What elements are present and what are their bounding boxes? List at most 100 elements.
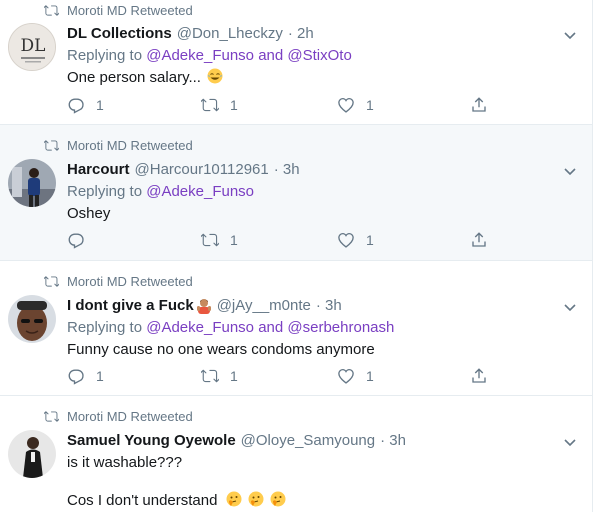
thinking-face-emoji-icon xyxy=(226,491,242,507)
tweet-actions: 1 1 1 xyxy=(67,365,497,387)
reply-button[interactable]: 1 xyxy=(67,365,104,387)
username[interactable]: @Don_Lheckzy xyxy=(177,24,283,43)
tweet-text-content: Cos I don't understand xyxy=(67,492,218,509)
tweet[interactable]: Moroti MD Retweeted DL DL Collections @D… xyxy=(0,0,592,125)
tweet-header: I dont give a Fuck @jAy__m0nte · 3h xyxy=(67,296,558,315)
retweet-count: 1 xyxy=(230,232,238,248)
reply-icon xyxy=(68,369,84,385)
retweet-small-icon xyxy=(44,3,59,18)
replying-prefix: Replying to xyxy=(67,47,143,64)
chevron-down-icon[interactable] xyxy=(562,27,578,43)
retweet-button[interactable]: 1 xyxy=(201,94,238,116)
reply-button[interactable]: 1 xyxy=(67,94,104,116)
mention-link[interactable]: @Adeke_Funso xyxy=(146,319,254,336)
thinking-face-emoji-icon xyxy=(270,491,286,507)
chevron-down-icon[interactable] xyxy=(562,434,578,450)
person-photo-icon xyxy=(8,430,56,478)
tweet-text-content: Oshey xyxy=(67,205,111,222)
joy-emoji-icon xyxy=(207,68,223,84)
avatar[interactable]: DL xyxy=(8,23,56,71)
mention-link[interactable]: @serbehronash xyxy=(287,319,394,336)
replying-prefix: Replying to xyxy=(67,183,143,200)
reply-count: 1 xyxy=(96,97,104,113)
replying-prefix: Replying to xyxy=(67,319,143,336)
retweet-context: Moroti MD Retweeted xyxy=(44,408,193,424)
tweet-header: DL Collections @Don_Lheckzy · 2h xyxy=(67,24,558,43)
heart-icon xyxy=(338,232,354,248)
retweeted-by-label: Moroti MD Retweeted xyxy=(67,2,193,18)
person-photo-icon xyxy=(8,159,56,207)
person-photo-icon xyxy=(8,295,56,343)
chevron-down-icon[interactable] xyxy=(562,299,578,315)
retweet-context: Moroti MD Retweeted xyxy=(44,137,193,153)
display-name[interactable]: DL Collections xyxy=(67,24,172,43)
timestamp[interactable]: · 3h xyxy=(380,431,406,450)
tweet-text: Funny cause no one wears condoms anymore xyxy=(67,340,558,359)
chevron-down-icon[interactable] xyxy=(562,163,578,179)
username[interactable]: @Harcour10112961 xyxy=(135,160,269,179)
tweet[interactable]: Moroti MD Retweeted I dont give a Fuck @… xyxy=(0,261,592,396)
heart-icon xyxy=(338,97,354,113)
like-count: 1 xyxy=(366,368,374,384)
tweet-text: is it washable??? xyxy=(67,453,558,472)
retweet-context: Moroti MD Retweeted xyxy=(44,273,193,289)
like-count: 1 xyxy=(366,232,374,248)
like-count: 1 xyxy=(366,97,374,113)
mention-joiner: and xyxy=(258,319,284,336)
tweet-text-content: is it washable??? xyxy=(67,454,183,471)
share-button[interactable] xyxy=(470,94,488,116)
like-button[interactable]: 1 xyxy=(337,365,374,387)
timeline: Moroti MD Retweeted DL DL Collections @D… xyxy=(0,0,593,512)
retweet-small-icon xyxy=(44,138,59,153)
mention-link[interactable]: @Adeke_Funso xyxy=(146,47,254,64)
display-name[interactable]: Samuel Young Oyewole xyxy=(67,431,236,450)
thinking-face-emoji-icon xyxy=(248,491,264,507)
reply-count: 1 xyxy=(96,368,104,384)
timestamp[interactable]: · 3h xyxy=(274,160,300,179)
retweet-button[interactable]: 1 xyxy=(201,229,238,251)
reply-icon xyxy=(68,233,84,249)
tweet-text-content: Funny cause no one wears condoms anymore xyxy=(67,341,375,358)
share-icon xyxy=(472,232,486,247)
tweet-text-line-2: Cos I don't understand xyxy=(67,491,558,510)
avatar[interactable] xyxy=(8,430,56,478)
like-button[interactable]: 1 xyxy=(337,94,374,116)
avatar[interactable] xyxy=(8,295,56,343)
like-button[interactable]: 1 xyxy=(337,229,374,251)
username[interactable]: @Oloye_Samyoung xyxy=(241,431,375,450)
person-gesturing-emoji-icon xyxy=(196,298,212,314)
retweeted-by-label: Moroti MD Retweeted xyxy=(67,273,193,289)
tweet-header: Samuel Young Oyewole @Oloye_Samyoung · 3… xyxy=(67,431,558,450)
retweet-small-icon xyxy=(44,274,59,289)
retweet-small-icon xyxy=(44,409,59,424)
tweet[interactable]: Moroti MD Retweeted Samuel Young Oyewole… xyxy=(0,396,592,512)
dl-logo-icon: DL xyxy=(9,24,55,70)
retweet-context: Moroti MD Retweeted xyxy=(44,2,193,18)
avatar-logo-text: DL xyxy=(21,36,46,56)
heart-icon xyxy=(338,368,354,384)
mention-joiner: and xyxy=(258,47,284,64)
tweet-header: Harcourt @Harcour10112961 · 3h xyxy=(67,160,558,179)
avatar[interactable] xyxy=(8,159,56,207)
retweet-icon xyxy=(201,233,219,247)
reply-button[interactable] xyxy=(67,229,96,251)
tweet-text-content: One person salary... xyxy=(67,69,201,86)
mention-link[interactable]: @Adeke_Funso xyxy=(146,183,254,200)
username[interactable]: @jAy__m0nte xyxy=(217,296,311,315)
reply-icon xyxy=(68,98,84,114)
display-name[interactable]: Harcourt xyxy=(67,160,130,179)
retweeted-by-label: Moroti MD Retweeted xyxy=(67,408,193,424)
replying-to: Replying to @Adeke_Funso xyxy=(67,182,558,201)
display-name[interactable]: I dont give a Fuck xyxy=(67,296,194,315)
share-button[interactable] xyxy=(470,365,488,387)
retweet-button[interactable]: 1 xyxy=(201,365,238,387)
retweeted-by-label: Moroti MD Retweeted xyxy=(67,137,193,153)
replying-to: Replying to @Adeke_Funso and @StixOto xyxy=(67,46,558,65)
timestamp[interactable]: · 2h xyxy=(288,24,314,43)
share-button[interactable] xyxy=(470,229,488,251)
mention-link[interactable]: @StixOto xyxy=(287,47,351,64)
tweet-text: Oshey xyxy=(67,204,558,223)
timestamp[interactable]: · 3h xyxy=(316,296,342,315)
replying-to: Replying to @Adeke_Funso and @serbehrona… xyxy=(67,318,558,337)
tweet[interactable]: Moroti MD Retweeted Harcourt @Harcour101… xyxy=(0,125,592,261)
